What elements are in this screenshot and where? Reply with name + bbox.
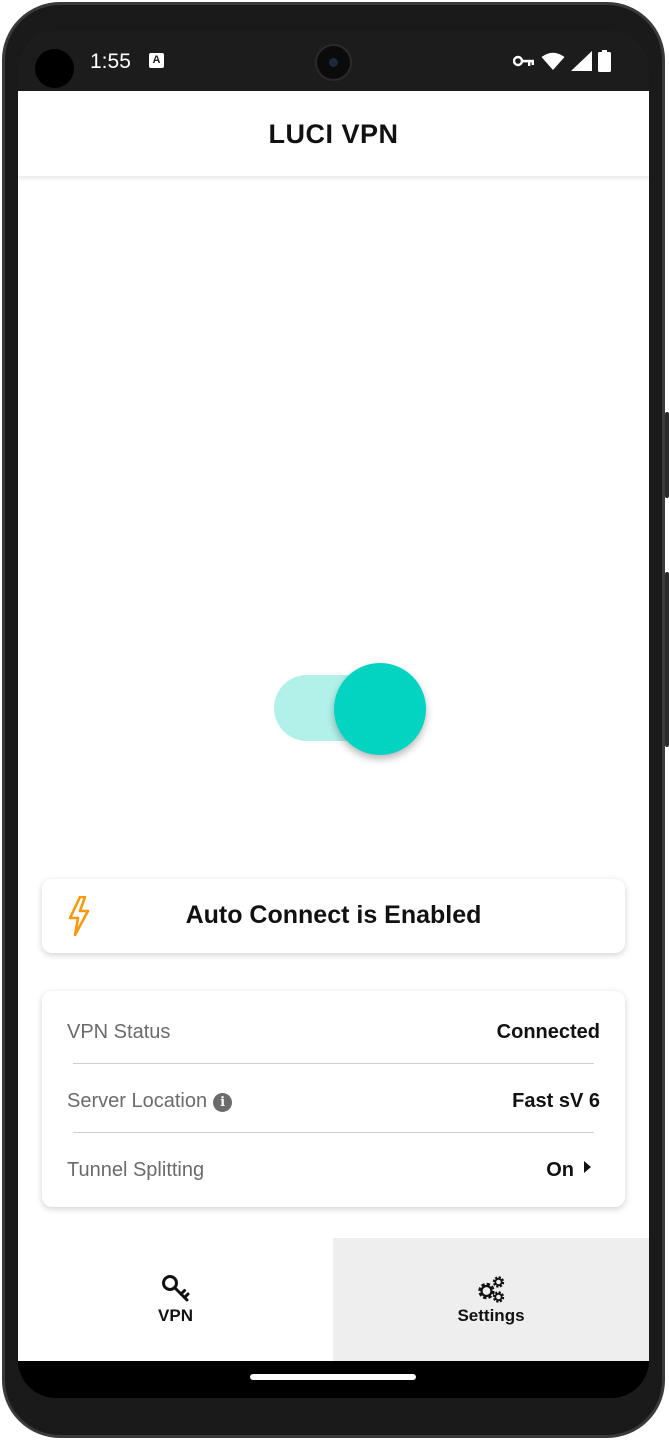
auto-connect-card: Auto Connect is Enabled: [42, 879, 625, 953]
toggle-thumb: [334, 663, 426, 755]
tunnel-splitting-value-wrap: On: [546, 1159, 591, 1182]
camera-cutout: [35, 49, 74, 88]
page-title: LUCI VPN: [268, 119, 399, 149]
server-location-label-wrap: Server Location i: [67, 1090, 233, 1113]
nav-label-vpn: VPN: [158, 1306, 193, 1325]
vpn-status-label: VPN Status: [67, 1021, 171, 1043]
wifi-icon: [541, 52, 565, 70]
notification-icon: A: [149, 53, 164, 68]
vpn-key-icon: [513, 55, 534, 67]
bottom-navigation: VPN Settings: [18, 1238, 649, 1361]
status-time: 1:55: [90, 50, 131, 73]
server-location-value: Fast sV 6: [512, 1090, 600, 1112]
front-camera: [315, 44, 352, 81]
battery-icon: [598, 50, 611, 72]
tunnel-splitting-label: Tunnel Splitting: [67, 1159, 205, 1181]
side-button-power: [665, 412, 669, 498]
status-icons: [513, 50, 611, 72]
gears-icon: [478, 1276, 505, 1303]
app-container: LUCI VPN Auto Connect is Enabled VPN Sta…: [18, 91, 649, 1361]
status-bar: 1:55 A: [18, 30, 649, 91]
home-gesture-bar[interactable]: [250, 1374, 416, 1380]
phone-screen: 1:55 A LUCI VPN Auto Connect is Enabled …: [18, 30, 649, 1398]
info-icon[interactable]: i: [213, 1093, 233, 1112]
vpn-info-card: VPN Status Connected Server Location i Fa…: [42, 991, 625, 1207]
vpn-status-row: VPN Status Connected: [42, 991, 625, 1059]
side-button-volume: [665, 572, 669, 747]
gesture-area: [18, 1361, 649, 1398]
signal-icon: [571, 51, 592, 71]
chevron-right-icon: [584, 1161, 591, 1173]
auto-connect-text: Auto Connect is Enabled: [185, 901, 482, 929]
server-location-label: Server Location: [67, 1090, 208, 1112]
app-bar: LUCI VPN: [18, 91, 649, 177]
nav-item-settings[interactable]: Settings: [333, 1238, 649, 1361]
tunnel-splitting-row[interactable]: Tunnel Splitting On: [42, 1129, 625, 1197]
vpn-connect-toggle[interactable]: [274, 663, 429, 755]
vpn-status-value: Connected: [496, 1021, 600, 1043]
key-icon: [161, 1275, 189, 1302]
nav-item-vpn[interactable]: VPN: [18, 1238, 333, 1361]
device-frame: 1:55 A LUCI VPN Auto Connect is Enabled …: [0, 0, 669, 1440]
nav-label-settings: Settings: [457, 1306, 525, 1325]
tunnel-splitting-value: On: [546, 1159, 574, 1181]
server-location-row[interactable]: Server Location i Fast sV 6: [42, 1060, 625, 1128]
